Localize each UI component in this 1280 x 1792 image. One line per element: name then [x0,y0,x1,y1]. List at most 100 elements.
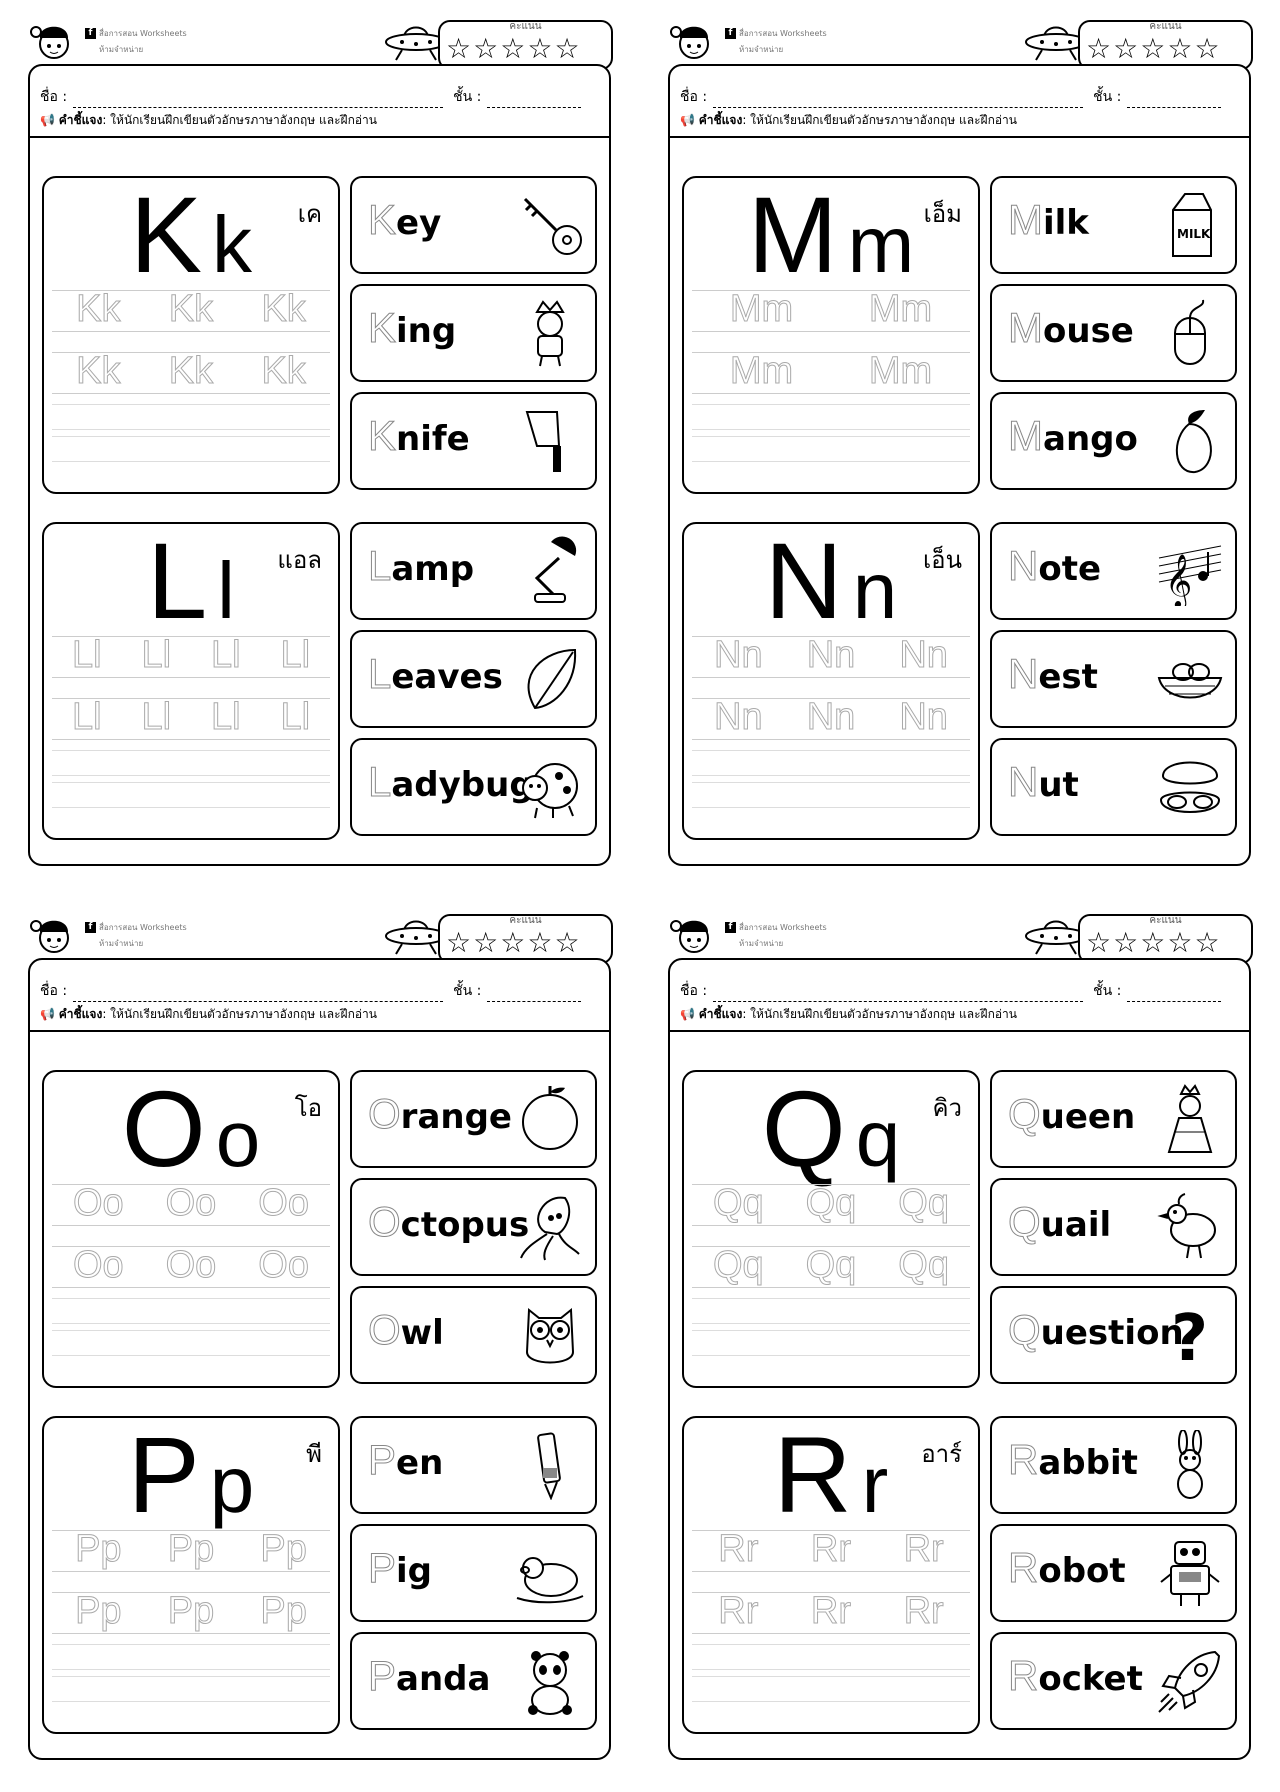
writing-line[interactable] [52,1644,330,1670]
star-icon: ☆ [500,32,526,65]
writing-line[interactable] [52,436,330,462]
instruction-text: : ให้นักเรียนฝึกเขียนตัวอักษรภาษาอังกฤษ … [742,1007,1017,1021]
tracing-line[interactable]: Oo Oo Oo [52,1245,330,1288]
tracing-letters: Rr Rr Rr [692,1528,970,1570]
brand-note: ห้ามจำหน่าย [99,45,144,54]
word-first-letter: L [367,758,392,806]
tracing-line[interactable]: Nn Nn Nn [692,696,970,740]
instruction-text: : ให้นักเรียนฝึกเขียนตัวอักษรภาษาอังกฤษ … [102,113,377,127]
name-row: ชื่อ : ชั้น : [40,980,600,1002]
trace-pair: Nn [806,696,856,738]
star-icon: ☆ [446,32,472,65]
writing-line[interactable] [692,782,970,808]
score-box: คะแนน ☆ ☆ ☆ ☆ ☆ [1078,914,1253,964]
word-first-letter: Q [1008,1090,1042,1138]
trace-pair: Kk [261,350,306,392]
girl-logo-icon [668,18,726,62]
tracing-line[interactable]: Rr Rr Rr [692,1528,970,1572]
tracing-line[interactable]: Qq Qq Qq [692,1182,970,1226]
question-mark-icon: ? [1155,1300,1225,1376]
word-rest: ocket [1038,1659,1143,1699]
word-rest: ig [396,1551,433,1591]
tracing-letters: Mm Mm [692,351,970,392]
trace-pair: Rr [903,1528,944,1570]
star-icon: ☆ [1086,32,1112,65]
writing-line[interactable] [692,1330,970,1356]
writing-line[interactable] [52,750,330,776]
big-letters: Kk [44,180,338,300]
megaphone-icon: 📢 [680,113,699,127]
writing-line[interactable] [692,750,970,776]
tracing-line[interactable]: Mm Mm [692,351,970,394]
word-rest: adybug [391,765,534,805]
brand-name: สื่อการสอน Worksheets [99,29,187,38]
lowercase-letter: o [215,1094,261,1183]
word-card-rocket: Rocket [990,1632,1237,1730]
star-icon: ☆ [1194,926,1220,959]
svg-text:𝄞: 𝄞 [1165,553,1192,606]
svg-text:?: ? [1171,1302,1208,1370]
thai-pronunciation: โอ [294,1094,322,1122]
trace-pair: Oo [165,1182,217,1224]
name-field[interactable] [713,985,1084,1002]
word-rest: ing [396,311,457,351]
writing-line[interactable] [692,404,970,430]
word-rest: amp [391,549,475,589]
vocab-word: Rabbit [1007,1436,1137,1484]
score-box: คะแนน ☆ ☆ ☆ ☆ ☆ [438,20,613,70]
word-card-panda: Panda [350,1632,597,1730]
writing-line[interactable] [52,404,330,430]
tracing-letters: Pp Pp Pp [52,1528,330,1570]
star-icon: ☆ [527,926,553,959]
writing-line[interactable] [52,1330,330,1356]
trace-pair: Pp [260,1528,307,1570]
knife-icon [515,406,585,476]
letter-card-l: Ll แอล Ll Ll Ll Ll Ll Ll Ll Ll [42,522,340,840]
name-label: ชื่อ : [680,89,708,105]
star-icon: ☆ [554,926,580,959]
name-field[interactable] [73,985,444,1002]
name-field[interactable] [713,91,1084,108]
writing-line[interactable] [692,436,970,462]
trace-pair: Oo [72,1182,124,1224]
class-field[interactable] [1127,985,1222,1002]
class-field[interactable] [1127,91,1222,108]
tracing-line[interactable]: Nn Nn Nn [692,635,970,678]
tracing-line[interactable]: Kk Kk Kk [52,288,330,332]
lowercase-letter: q [855,1094,901,1183]
writing-line[interactable] [692,1676,970,1702]
vocab-word: Mouse [1008,304,1134,352]
writing-line[interactable] [52,1298,330,1324]
pen-icon [515,1430,585,1501]
uppercase-letter: N [764,520,843,641]
tracing-line[interactable]: Oo Oo Oo [52,1182,330,1226]
tracing-line[interactable]: Mm Mm [692,289,970,332]
trace-pair: Rr [718,1590,759,1632]
big-letters: Pp [44,1420,338,1540]
word-first-letter: N [1007,542,1039,590]
writing-line[interactable] [52,782,330,808]
trace-pair: Kk [76,288,121,330]
tracing-line[interactable]: Ll Ll Ll Ll [52,635,330,678]
lamp-icon [515,536,585,606]
vocab-word: Key [367,196,441,244]
writing-line[interactable] [692,1644,970,1670]
thai-pronunciation: คิว [932,1094,962,1122]
tracing-line[interactable]: Qq Qq Qq [692,1245,970,1288]
class-field[interactable] [487,985,582,1002]
instruction-label: คำชี้แจง [698,1007,743,1021]
tracing-line[interactable]: Pp Pp Pp [52,1591,330,1634]
tracing-line[interactable]: Ll Ll Ll Ll [52,697,330,740]
tracing-line[interactable]: Rr Rr Rr [692,1590,970,1634]
class-field[interactable] [487,91,582,108]
name-field[interactable] [73,91,444,108]
word-rest: ote [1038,549,1102,589]
word-rest: ilk [1043,203,1089,243]
writing-line[interactable] [692,1298,970,1324]
tracing-line[interactable]: Kk Kk Kk [52,350,330,394]
tracing-line[interactable]: Pp Pp Pp [52,1528,330,1572]
trace-pair: Pp [75,1528,122,1570]
word-first-letter: M [1008,196,1044,244]
writing-line[interactable] [52,1676,330,1702]
trace-pair: Qq [712,1182,764,1224]
